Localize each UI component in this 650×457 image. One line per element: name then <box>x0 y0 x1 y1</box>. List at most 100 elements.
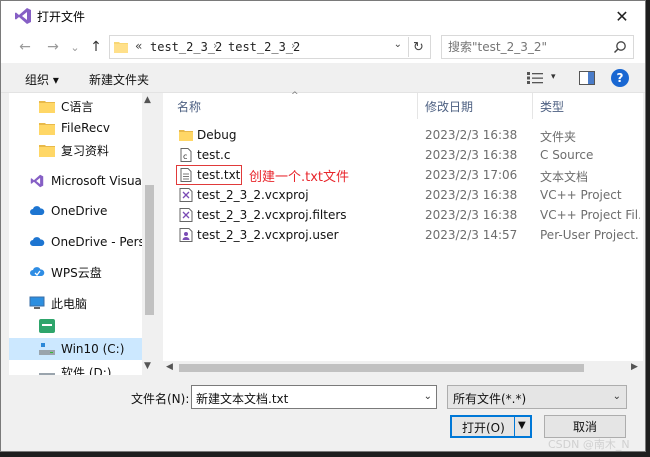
preview-pane-icon[interactable] <box>579 71 595 85</box>
sidebar-item-software-d[interactable]: 软件 (D:) <box>9 361 142 375</box>
scroll-right-button[interactable]: ▶ <box>631 362 638 372</box>
column-divider[interactable] <box>532 93 533 119</box>
column-divider[interactable] <box>417 93 418 119</box>
file-type: 文本文档 <box>540 170 589 184</box>
chevron-down-icon: ⌄ <box>612 391 621 402</box>
view-options-icon[interactable] <box>527 71 543 85</box>
filename-input[interactable]: 新建文本文档.txt ⌄ <box>191 385 437 409</box>
scroll-left-button[interactable]: ◀ <box>166 362 173 372</box>
wps-cloud-icon <box>30 267 45 276</box>
cancel-button[interactable]: 取消 <box>544 415 626 438</box>
window-title: 打开文件 <box>37 10 86 24</box>
folder-icon <box>39 101 55 113</box>
forward-button[interactable]: → <box>44 38 62 56</box>
file-type: VC++ Project <box>540 188 622 202</box>
title-bar: 打开文件 ✕ <box>1 1 645 31</box>
annotation-highlight-box <box>176 165 242 185</box>
vcxproj-icon <box>179 208 193 222</box>
file-name: test_2_3_2.vcxproj.filters <box>197 208 347 222</box>
visual-studio-icon <box>30 174 44 188</box>
column-header-name[interactable]: 名称 <box>177 98 201 115</box>
svg-text:c: c <box>183 152 187 161</box>
address-bar[interactable]: « test_2_3_2 › test_2_3_2 › ⌄ ↻ <box>109 35 431 59</box>
sidebar-item-win10-c[interactable]: Win10 (C:) <box>9 338 142 360</box>
scrollbar-thumb[interactable] <box>179 364 584 372</box>
breadcrumb-item[interactable]: test_2_3_2 <box>150 40 222 54</box>
search-input[interactable] <box>448 39 608 55</box>
file-date: 2023/2/3 14:57 <box>425 228 518 242</box>
breadcrumb-separator-icon[interactable]: › <box>291 39 295 52</box>
drive-icon <box>39 343 55 355</box>
filename-label: 文件名(N): <box>131 392 190 406</box>
vcxproj-icon <box>179 188 193 202</box>
breadcrumb-item[interactable]: test_2_3_2 <box>228 40 300 54</box>
up-button[interactable]: ↑ <box>87 38 105 56</box>
sidebar-item-microsoft-visual[interactable]: Microsoft Visual <box>9 170 142 192</box>
arrow-right-icon: → <box>47 39 59 55</box>
navigation-pane: C语言 FileRecv 复习资料 Microsoft Visual OneDr… <box>9 93 156 375</box>
file-row-test-c[interactable]: c test.c 2023/2/3 16:38 C Source <box>175 145 641 165</box>
scroll-down-button[interactable]: ▼ <box>144 361 151 371</box>
file-row-vcxproj-user[interactable]: test_2_3_2.vcxproj.user 2023/2/3 14:57 P… <box>175 225 641 245</box>
sidebar-item-onedrive[interactable]: OneDrive <box>9 200 142 222</box>
chevron-down-icon: ⌄ <box>70 40 80 54</box>
split-divider <box>514 417 515 436</box>
organize-menu-button[interactable]: 组织 ▾ <box>25 71 59 88</box>
sidebar-item-label: Microsoft Visual <box>51 174 142 188</box>
command-bar: 组织 ▾ 新建文件夹 ▾ ? <box>1 63 645 93</box>
open-options-dropdown[interactable]: ▼ <box>518 420 526 431</box>
file-type: 文件夹 <box>540 130 577 144</box>
search-icon <box>613 41 626 54</box>
sidebar-item-wps-cloud[interactable]: WPS云盘 <box>9 261 142 283</box>
new-folder-button[interactable]: 新建文件夹 <box>89 71 149 88</box>
folder-icon <box>39 123 55 135</box>
open-button-label: 打开(O) <box>462 421 505 435</box>
navigation-pane-scrollbar[interactable]: ▲ ▼ <box>142 93 156 375</box>
c-source-icon: c <box>180 148 192 162</box>
sidebar-item-review-materials[interactable]: 复习资料 <box>9 139 142 161</box>
sidebar-item-label: 复习资料 <box>61 143 110 158</box>
column-header-type[interactable]: 类型 <box>540 98 564 115</box>
column-header-date-modified[interactable]: 修改日期 <box>425 98 473 115</box>
sidebar-item-c-language[interactable]: C语言 <box>9 95 142 117</box>
back-button[interactable]: ← <box>16 38 34 56</box>
file-row-vcxproj-filters[interactable]: test_2_3_2.vcxproj.filters 2023/2/3 16:3… <box>175 205 641 225</box>
file-row-vcxproj[interactable]: test_2_3_2.vcxproj 2023/2/3 16:38 VC++ P… <box>175 185 641 205</box>
file-date: 2023/2/3 16:38 <box>425 128 518 142</box>
scrollbar-thumb[interactable] <box>145 185 154 315</box>
open-file-dialog: 打开文件 ✕ ← → ⌄ ↑ « test_2_3_2 › test_2_3_2… <box>0 0 646 452</box>
file-type-filter-value: 所有文件(*.*) <box>453 392 527 406</box>
sidebar-item-app[interactable] <box>9 315 142 337</box>
help-button[interactable]: ? <box>611 69 629 87</box>
cloud-icon <box>30 237 45 246</box>
breadcrumb-overflow-button[interactable]: « <box>135 39 142 53</box>
file-list-horizontal-scrollbar[interactable]: ◀ ▶ <box>163 361 643 375</box>
arrow-left-icon: ← <box>19 39 31 55</box>
file-type-filter-select[interactable]: 所有文件(*.*) ⌄ <box>447 385 627 409</box>
refresh-button[interactable]: ↻ <box>408 37 428 57</box>
open-button[interactable]: 打开(O) ▼ <box>450 415 532 438</box>
chevron-down-icon[interactable]: ⌄ <box>424 391 432 402</box>
close-button[interactable]: ✕ <box>605 4 639 28</box>
sidebar-item-label: FileRecv <box>61 121 110 135</box>
file-date: 2023/2/3 16:38 <box>425 188 518 202</box>
file-type: C Source <box>540 148 594 162</box>
scroll-up-button[interactable]: ▲ <box>144 95 151 105</box>
file-row-test-txt[interactable]: test.txt 2023/2/3 17:06 文本文档 <box>175 165 641 185</box>
breadcrumb-separator-icon[interactable]: › <box>213 39 217 52</box>
file-type: VC++ Project Fil... <box>540 208 640 222</box>
file-name: test_2_3_2.vcxproj <box>197 188 309 202</box>
address-history-dropdown[interactable]: ⌄ <box>394 39 402 50</box>
sidebar-item-label: Win10 (C:) <box>61 342 125 356</box>
sidebar-item-filerecv[interactable]: FileRecv <box>9 117 142 139</box>
recent-locations-button[interactable]: ⌄ <box>66 38 84 56</box>
file-name: test_2_3_2.vcxproj.user <box>197 228 339 242</box>
view-options-dropdown[interactable]: ▾ <box>551 72 556 82</box>
file-date: 2023/2/3 16:38 <box>425 148 518 162</box>
drive-icon <box>39 373 55 375</box>
sidebar-item-onedrive-personal[interactable]: OneDrive - Perso <box>9 231 142 253</box>
sidebar-item-this-pc[interactable]: 此电脑 <box>9 292 142 314</box>
arrow-up-icon: ↑ <box>90 39 102 55</box>
search-box[interactable] <box>441 35 634 59</box>
file-row-debug[interactable]: Debug 2023/2/3 16:38 文件夹 <box>175 125 641 145</box>
